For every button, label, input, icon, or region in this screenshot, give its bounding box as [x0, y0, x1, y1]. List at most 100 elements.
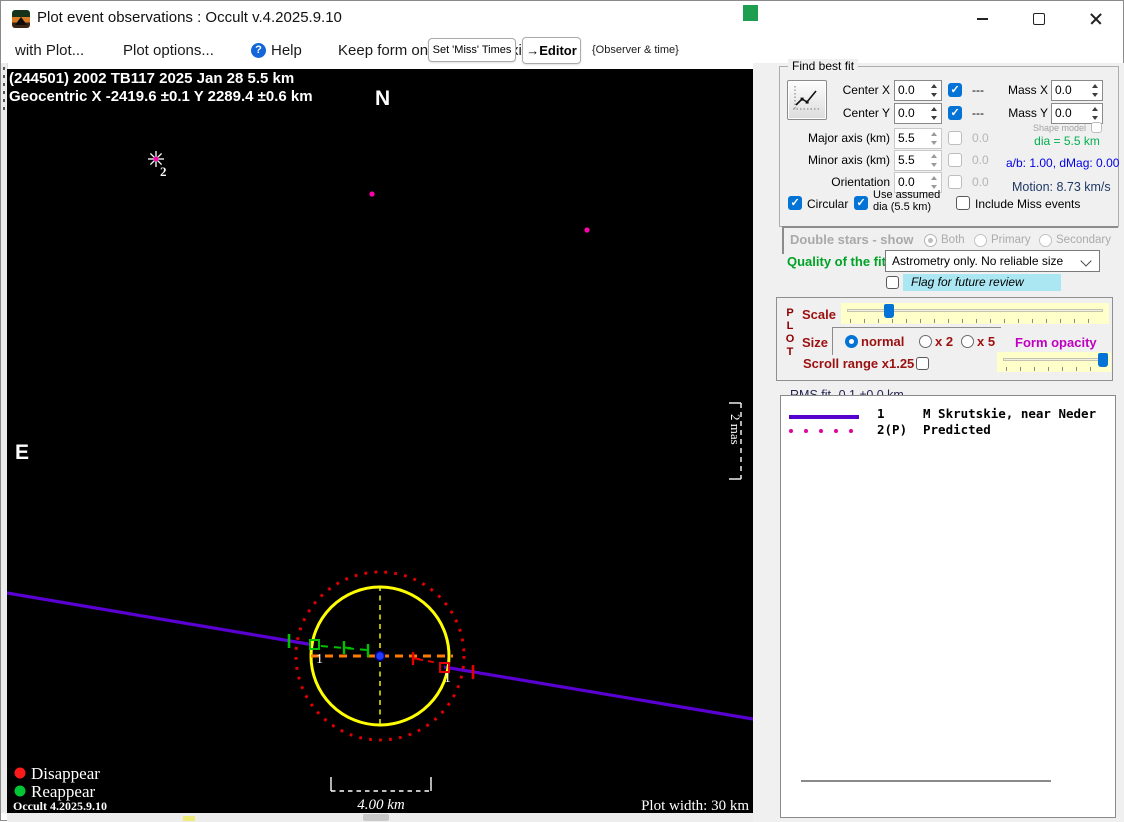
spin-up-icon[interactable] [1087, 81, 1102, 91]
dia-label: dia = 5.5 km [1034, 134, 1100, 148]
menu-bar: with Plot... Plot options... ? Help Keep… [1, 37, 1123, 64]
ab-dmag-label: a/b: 1.00, dMag: 0.00 [1006, 156, 1120, 170]
plot-letter-t: T [786, 346, 794, 358]
scale-bar-label: 4.00 km [357, 797, 405, 813]
major-axis-input[interactable] [894, 128, 942, 149]
center-y-checkbox[interactable] [948, 106, 962, 120]
double-stars-label: Double stars - show [790, 232, 914, 247]
control-panel: Find best fit Center X --- Mass X Center… [753, 59, 1124, 822]
double-secondary-label: Secondary [1056, 234, 1111, 246]
scroll-range-label: Scroll range x1.25 [803, 356, 915, 371]
form-opacity-slider-thumb[interactable] [1098, 353, 1108, 367]
reappear-dot [14, 785, 26, 797]
plot-width-label: Plot width: 30 km [641, 798, 749, 813]
scale-label: Scale [802, 307, 836, 322]
spin-up-icon[interactable] [926, 81, 941, 91]
east-label: E [15, 441, 29, 464]
shape-model-checkbox[interactable] [1091, 122, 1102, 133]
plot-header-line1: (244501) 2002 TB117 2025 Jan 28 5.5 km [9, 70, 294, 87]
mass-x-label: Mass X [1007, 83, 1048, 97]
scale-slider-thumb[interactable] [883, 304, 894, 318]
maximize-button[interactable] [1016, 1, 1062, 37]
occultation-plot[interactable]: (244501) 2002 TB117 2025 Jan 28 5.5 km G… [7, 69, 753, 813]
double-both-label: Both [941, 234, 965, 246]
chord-row-num[interactable]: 2(P) [877, 422, 907, 437]
mass-y-input[interactable] [1051, 103, 1103, 124]
spin-up-icon [926, 129, 941, 139]
scale-slider[interactable] [841, 303, 1109, 324]
minor-axis-aux: 0.0 [972, 153, 989, 167]
size-normal-label: normal [861, 334, 905, 349]
spin-up-icon[interactable] [926, 104, 941, 114]
chord-row-name[interactable]: Predicted [923, 422, 991, 437]
minor-axis-input[interactable] [894, 150, 942, 171]
double-secondary-radio[interactable] [1039, 234, 1052, 247]
close-icon [1090, 13, 1102, 25]
use-assumed-dia-checkbox[interactable] [854, 196, 868, 210]
minimize-button[interactable] [959, 1, 1005, 37]
menu-plot-options[interactable]: Plot options... [123, 42, 214, 59]
center-x-checkbox[interactable] [948, 83, 962, 97]
major-axis-label: Major axis (km) [807, 131, 890, 145]
major-axis-checkbox[interactable] [948, 131, 962, 145]
set-miss-times-button[interactable]: Set 'Miss' Times [428, 38, 516, 62]
center-y-label: Center Y [842, 106, 890, 120]
chord-row-name[interactable]: M Skrutskie, near Neder [923, 406, 1096, 421]
disappear-label: Disappear [31, 764, 100, 783]
help-icon: ? [251, 43, 266, 58]
close-button[interactable] [1073, 1, 1119, 37]
mas-scale-label: 2 mas [728, 414, 743, 445]
flag-review-checkbox[interactable] [886, 276, 899, 289]
chord-list[interactable]: 1 M Skrutskie, near Neder 2(P) Predicted [780, 395, 1116, 818]
major-axis-aux: 0.0 [972, 131, 989, 145]
orientation-checkbox[interactable] [948, 175, 962, 189]
orientation-label: Orientation [831, 175, 890, 189]
spin-down-icon[interactable] [926, 114, 941, 124]
use-assumed-label-2: dia (5.5 km) [873, 201, 932, 213]
editor-button[interactable]: →Editor [522, 37, 581, 64]
double-primary-radio[interactable] [974, 234, 987, 247]
disappear-dot [14, 767, 26, 779]
center-y-input[interactable] [894, 103, 942, 124]
size-label: Size [802, 335, 829, 350]
maximize-icon [1033, 13, 1045, 25]
plot-letter-p: P [786, 307, 794, 319]
scrollbar-thumb[interactable] [363, 814, 389, 821]
scroll-range-checkbox[interactable] [916, 357, 929, 370]
chord-label-left: 1 [316, 652, 323, 667]
mass-x-input[interactable] [1051, 80, 1103, 101]
chord-row-num[interactable]: 1 [877, 406, 885, 421]
include-miss-events-checkbox[interactable] [956, 196, 970, 210]
motion-label: Motion: 8.73 km/s [1012, 180, 1111, 194]
spin-down-icon[interactable] [1087, 91, 1102, 101]
menu-help[interactable]: Help [271, 42, 302, 59]
size-normal-radio[interactable] [845, 335, 858, 348]
circular-label: Circular [807, 197, 849, 211]
center-y-dashes: --- [972, 106, 984, 120]
quality-value: Astrometry only. No reliable size [892, 254, 1064, 268]
list-divider [801, 780, 1051, 782]
orientation-aux: 0.0 [972, 175, 989, 189]
size-radio-group: normal x 2 x 5 [832, 327, 1001, 355]
form-opacity-slider[interactable] [997, 352, 1111, 372]
chord-label-right: 1 [444, 671, 451, 686]
circular-checkbox[interactable] [788, 196, 802, 210]
quality-select[interactable]: Astrometry only. No reliable size [885, 250, 1100, 272]
north-label: N [375, 87, 390, 110]
size-x5-radio[interactable] [961, 335, 974, 348]
menu-with-plot[interactable]: with Plot... [15, 42, 84, 59]
chord-swatch-dotted [789, 429, 853, 433]
minor-axis-checkbox[interactable] [948, 153, 962, 167]
plot-letter-l: L [786, 320, 794, 332]
spin-up-icon[interactable] [1087, 104, 1102, 114]
flag-review-label: Flag for future review [903, 274, 1061, 291]
center-x-label: Center X [842, 83, 890, 97]
center-x-input[interactable] [894, 80, 942, 101]
size-x2-radio[interactable] [919, 335, 932, 348]
include-miss-events-label: Include Miss events [975, 197, 1081, 211]
plot-letter-o: O [785, 333, 795, 345]
spin-up-icon [926, 173, 941, 183]
spin-down-icon [926, 161, 941, 171]
spin-down-icon[interactable] [926, 91, 941, 101]
double-both-radio[interactable] [924, 234, 937, 247]
